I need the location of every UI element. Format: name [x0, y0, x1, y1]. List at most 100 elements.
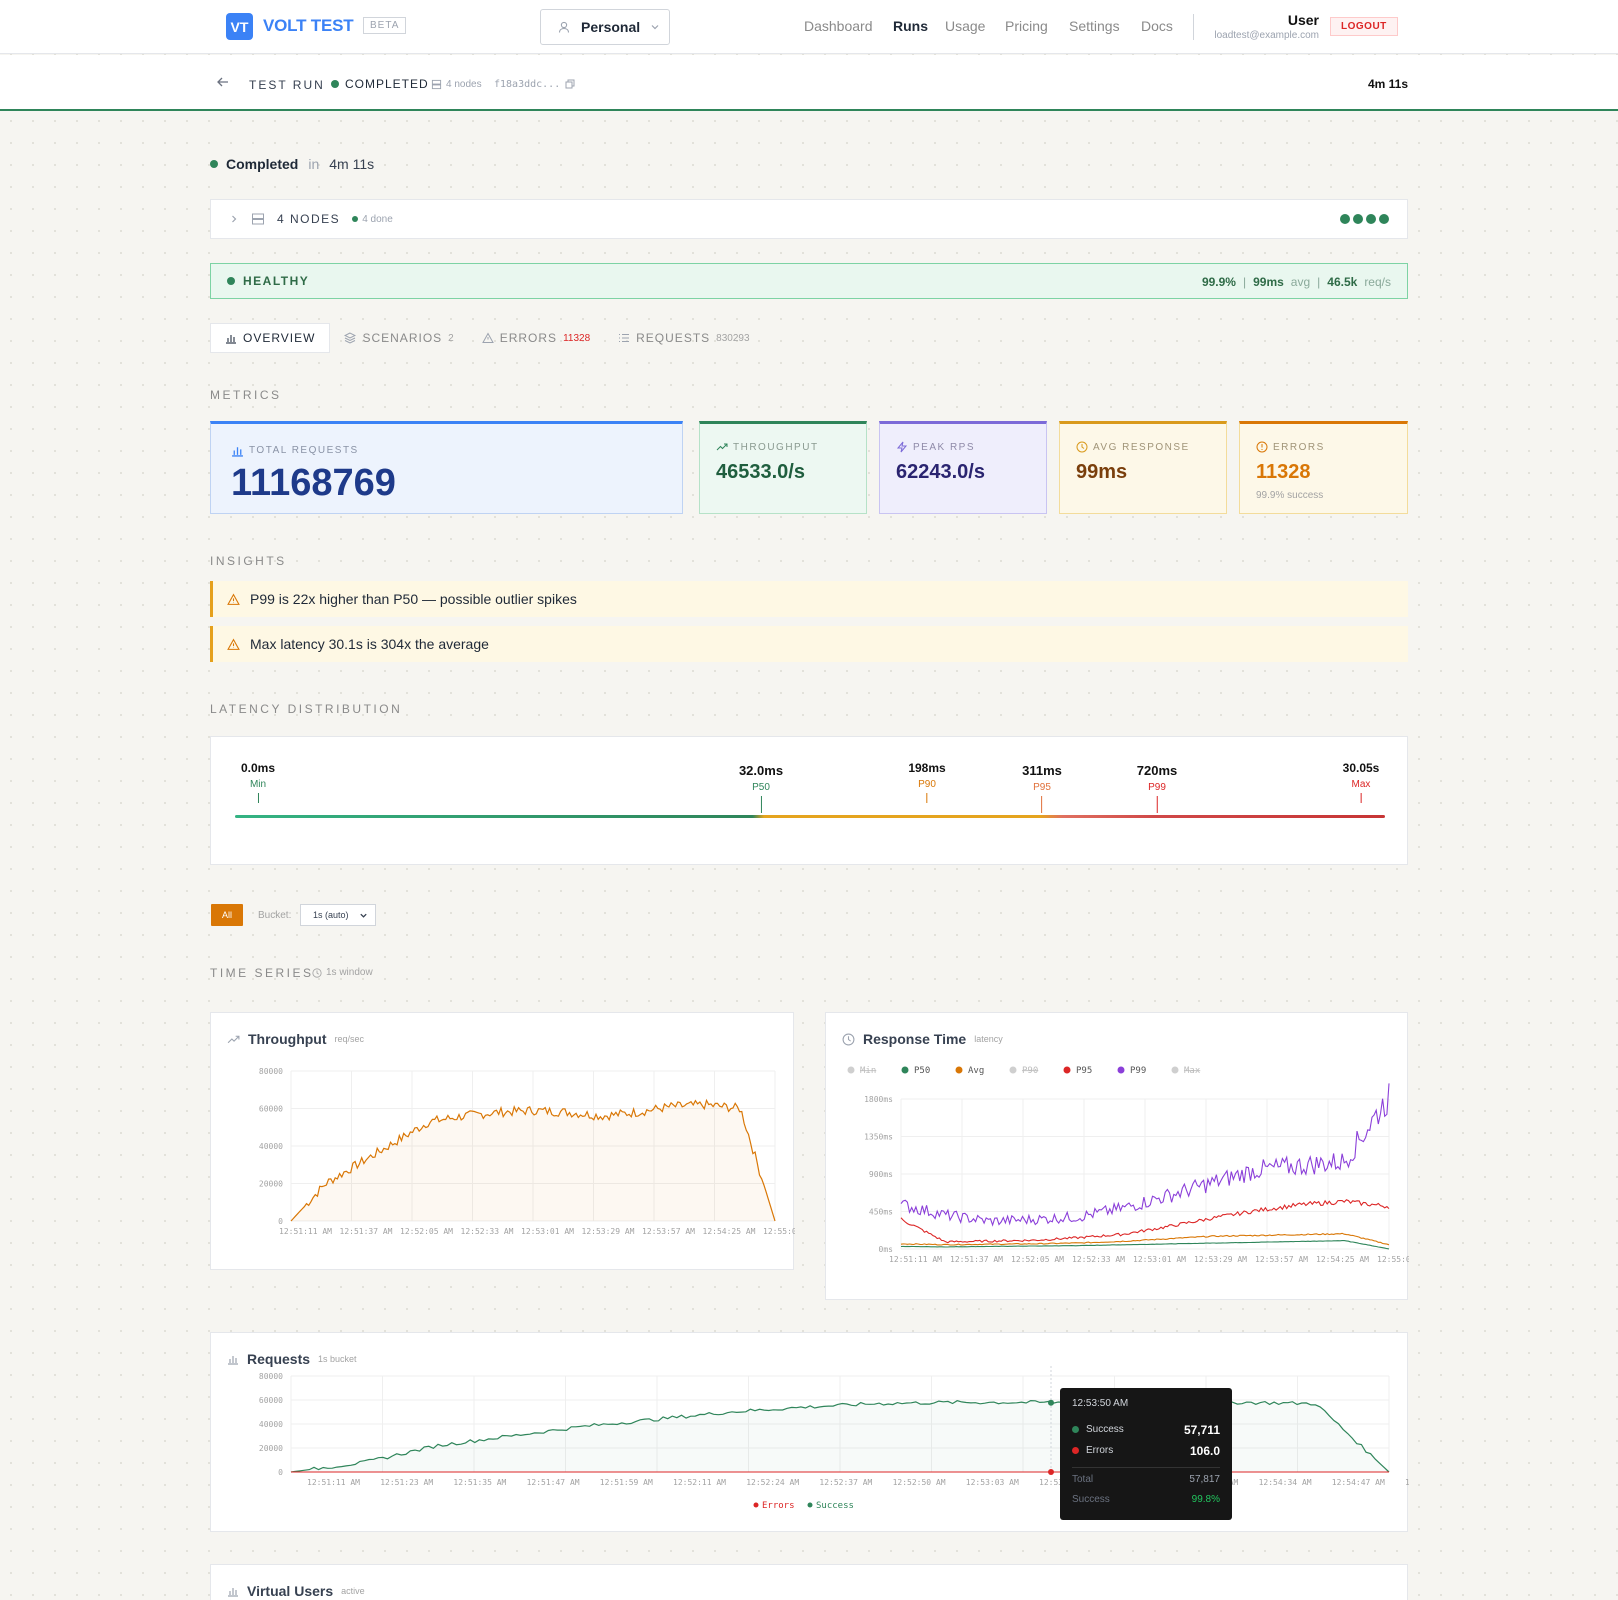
y-tick-label: 40000 — [259, 1420, 283, 1429]
x-tick-label: 12:53:01 AM — [521, 1227, 574, 1236]
legend-label: Errors — [762, 1501, 795, 1511]
success-dot-icon — [1072, 1426, 1079, 1433]
legend-label: P95 — [1076, 1066, 1092, 1076]
nodes-panel[interactable]: 4 NODES 4 done — [210, 199, 1408, 239]
latency-distribution: 0.0ms Min 32.0ms P50 198ms P90 311ms P95… — [210, 736, 1408, 865]
legend-label: P90 — [1022, 1066, 1038, 1076]
latency-value: 0.0ms — [240, 761, 276, 775]
tooltip-total-row: Total 57,817 — [1072, 1474, 1220, 1494]
legend-label: Min — [860, 1066, 876, 1076]
tab-label: REQUESTS — [636, 331, 711, 345]
nav-pricing[interactable]: Pricing — [1005, 18, 1048, 34]
hover-point — [1048, 1469, 1054, 1475]
back-arrow-icon[interactable] — [216, 75, 230, 92]
copy-icon[interactable] — [565, 79, 575, 89]
metric-throughput: THROUGHPUT 46533.0/s — [699, 421, 867, 514]
metric-value: 46533.0/s — [716, 461, 805, 483]
y-tick-label: 0ms — [879, 1245, 894, 1254]
x-tick-label: 12:55:04 AM — [763, 1227, 795, 1236]
run-title: TEST RUN — [249, 78, 325, 92]
latency-tick — [1360, 793, 1362, 803]
latency-track — [235, 815, 1385, 818]
warning-icon — [227, 638, 240, 650]
chevron-down-icon — [651, 25, 659, 30]
metric-label: AVG RESPONSE — [1076, 441, 1190, 453]
x-tick-label: 12:51:11 AM — [279, 1227, 332, 1236]
node-dot — [1366, 214, 1376, 224]
logout-button[interactable]: LOGOUT — [1330, 17, 1398, 36]
metrics-heading: METRICS — [210, 388, 282, 402]
timeseries-window: 1s window — [312, 967, 373, 978]
chevron-right-icon[interactable] — [229, 214, 239, 224]
nav-settings[interactable]: Settings — [1069, 18, 1120, 34]
metric-value: 11168769 — [231, 462, 396, 504]
tooltip-divider — [1072, 1467, 1220, 1468]
y-tick-label: 60000 — [259, 1105, 283, 1114]
clock-icon — [312, 967, 322, 978]
server-icon — [252, 213, 264, 225]
x-tick-label: 12:54:25 AM — [703, 1227, 756, 1236]
latency-marker-p50: 32.0ms P50 — [739, 763, 783, 813]
x-tick-label: 12:53:29 AM — [1194, 1255, 1247, 1264]
filter-all-button[interactable]: All — [211, 904, 243, 926]
nav-usage[interactable]: Usage — [945, 18, 985, 34]
latency-name: Max — [1351, 779, 1371, 790]
lightning-icon — [896, 441, 908, 453]
timeseries-window-label: 1s window — [326, 967, 373, 978]
tab-scenarios[interactable]: SCENARIOS 2 — [330, 323, 467, 353]
latency-marker-p99: 720ms P99 — [1137, 763, 1177, 813]
tab-count: 2 — [448, 332, 454, 344]
tooltip-pct-value: 99.8% — [1191, 1494, 1220, 1505]
tab-requests[interactable]: REQUESTS 830293 — [604, 323, 763, 353]
x-tick-label: 12:52:50 AM — [893, 1478, 946, 1487]
legend-dot — [807, 1502, 813, 1508]
x-tick-label: 12:52:37 AM — [819, 1478, 872, 1487]
x-tick-label: 12:53:57 AM — [1255, 1255, 1308, 1264]
legend-dot — [955, 1066, 963, 1074]
metric-avg-response: AVG RESPONSE 99ms — [1059, 421, 1227, 514]
tab-errors[interactable]: ERRORS 11328 — [468, 323, 604, 353]
run-header: TEST RUN COMPLETED 4 nodes f18a3ddc... 4… — [0, 55, 1618, 111]
nav-dashboard[interactable]: Dashboard — [804, 18, 873, 34]
nav-docs[interactable]: Docs — [1141, 18, 1173, 34]
legend-dot — [901, 1066, 909, 1074]
user-email: loadtest@example.com — [1214, 30, 1319, 41]
run-hash[interactable]: f18a3ddc... — [494, 79, 575, 90]
x-tick-label: 12:51:11 AM — [307, 1478, 360, 1487]
legend-dot — [1117, 1066, 1125, 1074]
x-tick-label: 12:55:04 AM — [1377, 1255, 1409, 1264]
error-dot-icon — [1072, 1447, 1079, 1454]
x-tick-label: 12:53:03 AM — [966, 1478, 1019, 1487]
metric-total-requests: TOTAL REQUESTS 11168769 — [210, 421, 683, 514]
brand-name[interactable]: VOLT TEST — [263, 16, 354, 36]
legend-dot — [847, 1066, 855, 1074]
chart-title-text: Virtual Users — [247, 1583, 334, 1599]
health-rate: 46.5k — [1327, 275, 1358, 289]
run-tabs: OVERVIEW SCENARIOS 2 ERRORS 11328 REQUES… — [210, 323, 764, 355]
stat-divider: | — [1242, 275, 1247, 289]
legend-dot — [753, 1502, 759, 1508]
x-tick-label: 12:53:01 AM — [1133, 1255, 1186, 1264]
server-icon — [431, 79, 442, 90]
timeseries-heading: TIME SERIES — [210, 966, 314, 980]
workspace-selector[interactable]: Personal — [540, 9, 670, 45]
chart-title: Virtual Users active — [227, 1583, 365, 1599]
response-time-chart[interactable]: 0ms 450ms 900ms 1350ms 1800ms 12:51:11 AM 12:5… — [826, 1013, 1409, 1301]
y-tick-label: 1800ms — [864, 1095, 893, 1104]
tab-label: SCENARIOS — [362, 331, 443, 345]
throughput-chart[interactable]: 0 20000 40000 60000 80000 12:51:11 AM 12:51:37… — [211, 1013, 795, 1271]
tab-overview[interactable]: OVERVIEW — [210, 323, 331, 353]
y-tick-label: 20000 — [259, 1180, 283, 1189]
tooltip-errors-value: 106.0 — [1189, 1443, 1220, 1458]
nav-runs[interactable]: Runs — [893, 18, 928, 34]
tooltip-time: 12:53:50 AM — [1072, 1398, 1129, 1409]
y-tick-label: 80000 — [259, 1372, 283, 1381]
run-hash-label: f18a3ddc... — [494, 79, 561, 90]
x-tick-label: 12:52:05 AM — [400, 1227, 453, 1236]
logo-icon[interactable]: VT — [226, 13, 253, 40]
nav-divider — [1193, 14, 1194, 40]
bucket-select[interactable]: 1s (auto) — [300, 904, 376, 926]
virtual-users-chart-card: Virtual Users active — [210, 1564, 1408, 1600]
summary-in: in — [308, 156, 320, 172]
tab-label: OVERVIEW — [243, 331, 316, 345]
